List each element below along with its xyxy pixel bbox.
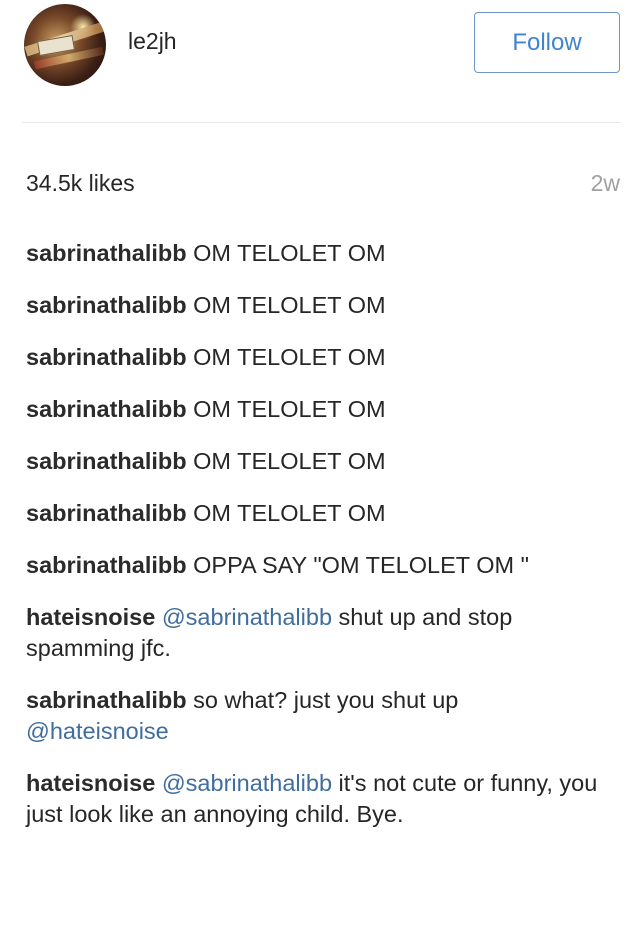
comment-text: OM TELOLET OM [193,240,386,266]
comment-author[interactable]: sabrinathalibb [26,552,187,578]
comment-author[interactable]: sabrinathalibb [26,240,187,266]
comment-item: sabrinathalibb OM TELOLET OM [26,498,606,529]
comment-item: sabrinathalibb OM TELOLET OM [26,394,606,425]
comment-item: hateisnoise @sabrinathalibb shut up and … [26,602,606,664]
comment-author[interactable]: sabrinathalibb [26,396,187,422]
follow-button[interactable]: Follow [474,12,620,73]
comment-author[interactable]: hateisnoise [26,770,155,796]
username-link[interactable]: le2jh [128,28,177,55]
comment-author[interactable]: hateisnoise [26,604,155,630]
comment-list: sabrinathalibb OM TELOLET OM sabrinathal… [26,238,606,851]
comment-item: sabrinathalibb OPPA SAY "OM TELOLET OM " [26,550,606,581]
post-time: 2w [590,170,620,196]
comment-item: sabrinathalibb OM TELOLET OM [26,446,606,477]
comment-item: hateisnoise @sabrinathalibb it's not cut… [26,768,606,830]
comment-item: sabrinathalibb OM TELOLET OM [26,290,606,321]
comment-author[interactable]: sabrinathalibb [26,344,187,370]
comment-author[interactable]: sabrinathalibb [26,292,187,318]
comment-item: sabrinathalibb OM TELOLET OM [26,238,606,269]
comment-text: OM TELOLET OM [193,500,386,526]
header-divider [22,122,620,123]
comment-text: OM TELOLET OM [193,396,386,422]
comment-author[interactable]: sabrinathalibb [26,500,187,526]
comment-item: sabrinathalibb OM TELOLET OM [26,342,606,373]
comment-text: so what? just you shut up [193,687,459,713]
comment-item: sabrinathalibb so what? just you shut up… [26,685,606,747]
comment-text: OM TELOLET OM [193,448,386,474]
comment-mention[interactable]: @sabrinathalibb [162,770,332,796]
post-header: le2jh Follow [0,0,640,110]
comment-author[interactable]: sabrinathalibb [26,448,187,474]
comment-mention[interactable]: @hateisnoise [26,718,169,744]
comment-text: OPPA SAY "OM TELOLET OM " [193,552,529,578]
likes-count[interactable]: 34.5k likes [26,170,135,197]
comment-text: OM TELOLET OM [193,344,386,370]
comment-author[interactable]: sabrinathalibb [26,687,187,713]
comment-text: OM TELOLET OM [193,292,386,318]
user-avatar[interactable] [24,4,106,86]
comment-mention[interactable]: @sabrinathalibb [162,604,332,630]
